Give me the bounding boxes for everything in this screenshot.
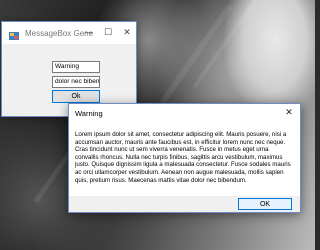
message-box-content: Lorem ipsum dolor sit amet, consectetur … — [69, 122, 300, 196]
message-box-footer: OK — [69, 196, 300, 212]
app-titlebar[interactable]: MessageBox Genera... — ☐ ✕ — [2, 22, 136, 44]
message-box-title: Warning — [75, 108, 103, 118]
message-box-close-button[interactable]: ✕ — [282, 106, 296, 120]
maximize-button[interactable]: ☐ — [99, 22, 117, 44]
close-button[interactable]: ✕ — [118, 22, 136, 44]
message-input[interactable]: dolor nec bibendum. — [52, 76, 100, 88]
message-box-titlebar[interactable]: Warning ✕ — [69, 104, 300, 122]
message-box-text: Lorem ipsum dolor sit amet, consectetur … — [75, 131, 291, 184]
app-ok-button[interactable]: Ok — [52, 90, 100, 103]
minimize-button[interactable]: — — [80, 22, 98, 44]
message-box-ok-button[interactable]: OK — [238, 198, 292, 210]
title-input[interactable]: Warning — [52, 61, 100, 73]
message-box-dialog: Warning ✕ Lorem ipsum dolor sit amet, co… — [68, 103, 301, 213]
app-icon — [8, 27, 20, 40]
